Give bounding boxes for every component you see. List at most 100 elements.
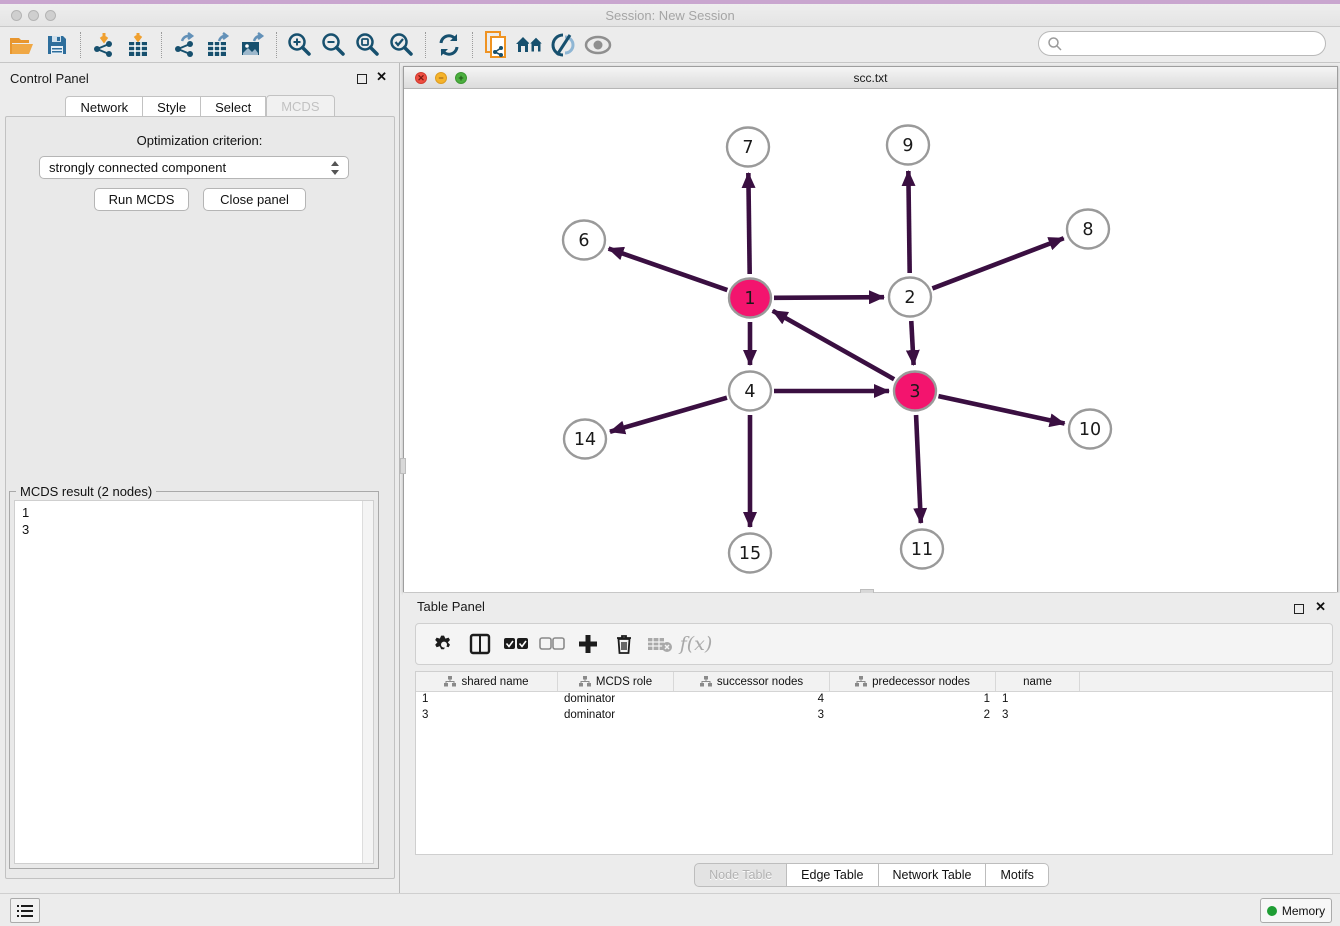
refresh-layout-icon[interactable] — [432, 30, 466, 60]
tab-mcds[interactable]: MCDS — [266, 95, 334, 118]
delete-column-trash-icon[interactable] — [606, 628, 642, 660]
node-1[interactable]: 1 — [729, 279, 771, 318]
svg-text:4: 4 — [744, 382, 755, 402]
edge-3-11[interactable] — [916, 415, 921, 523]
add-column-icon[interactable] — [570, 628, 606, 660]
cell-name[interactable]: 1 — [996, 692, 1080, 708]
table-row[interactable]: 1dominator411 — [416, 692, 1332, 708]
table-row[interactable]: 3dominator323 — [416, 708, 1332, 724]
open-session-icon[interactable] — [6, 30, 40, 60]
cell-predecessor-nodes[interactable]: 2 — [830, 708, 996, 724]
node-14[interactable]: 14 — [564, 420, 606, 459]
close-panel-icon[interactable]: ✕ — [376, 69, 387, 85]
memory-status-dot — [1267, 906, 1277, 916]
cell-successor-nodes[interactable]: 3 — [674, 708, 830, 724]
result-scrollbar[interactable] — [362, 501, 373, 863]
tab-node-table[interactable]: Node Table — [694, 863, 787, 887]
node-15[interactable]: 15 — [729, 534, 771, 573]
column-header-mcds-role[interactable]: MCDS role — [558, 672, 674, 691]
task-history-button[interactable] — [10, 898, 40, 923]
control-panel-tabs: NetworkStyleSelectMCDS — [0, 95, 400, 117]
import-table-icon[interactable] — [121, 30, 155, 60]
network-canvas[interactable]: 1 2 3 4 6 7 8 9 10 11 14 15 — [404, 89, 1337, 592]
edge-3-1[interactable] — [773, 311, 894, 379]
hide-details-icon[interactable] — [547, 30, 581, 60]
node-table[interactable]: shared nameMCDS rolesuccessor nodesprede… — [415, 671, 1333, 855]
search-box[interactable] — [1038, 31, 1326, 56]
deselect-all-columns-icon[interactable] — [534, 628, 570, 660]
export-image-icon[interactable] — [236, 30, 270, 60]
column-header-predecessor-nodes[interactable]: predecessor nodes — [830, 672, 996, 691]
control-panel-title: Control Panel — [10, 71, 89, 86]
mcds-result-list[interactable]: 13 — [14, 500, 374, 864]
home-icon[interactable] — [513, 30, 547, 60]
tree-icon — [700, 676, 712, 687]
column-layout-icon[interactable] — [462, 628, 498, 660]
cell-predecessor-nodes[interactable]: 1 — [830, 692, 996, 708]
edge-4-14[interactable] — [610, 398, 727, 432]
edge-2-8[interactable] — [932, 238, 1063, 288]
tab-edge-table[interactable]: Edge Table — [787, 863, 878, 887]
node-7[interactable]: 7 — [727, 128, 769, 167]
gear-icon[interactable] — [426, 628, 462, 660]
node-3[interactable]: 3 — [894, 372, 936, 411]
close-panel-button[interactable]: Close panel — [203, 188, 306, 211]
run-mcds-button[interactable]: Run MCDS — [94, 188, 189, 211]
tab-network-table[interactable]: Network Table — [879, 863, 987, 887]
memory-button[interactable]: Memory — [1260, 898, 1332, 923]
export-table-icon[interactable] — [202, 30, 236, 60]
network-window-titlebar[interactable]: ✕ − + scc.txt — [404, 67, 1337, 89]
tab-select[interactable]: Select — [201, 96, 266, 117]
import-network-icon[interactable] — [87, 30, 121, 60]
svg-text:3: 3 — [909, 382, 920, 402]
tab-network[interactable]: Network — [65, 96, 143, 117]
node-6[interactable]: 6 — [563, 221, 605, 260]
edge-1-2[interactable] — [774, 297, 884, 298]
svg-text:9: 9 — [902, 136, 913, 156]
column-header-shared-name[interactable]: shared name — [416, 672, 558, 691]
criterion-dropdown[interactable]: strongly connected component — [39, 156, 349, 179]
node-2[interactable]: 2 — [889, 278, 931, 317]
node-10[interactable]: 10 — [1069, 410, 1111, 449]
select-all-columns-icon[interactable] — [498, 628, 534, 660]
node-11[interactable]: 11 — [901, 530, 943, 569]
edge-2-3[interactable] — [911, 321, 913, 365]
main-toolbar — [0, 27, 1340, 63]
toolbar-separator — [80, 32, 81, 58]
table-panel-title: Table Panel — [417, 599, 485, 614]
tab-style[interactable]: Style — [143, 96, 201, 117]
zoom-in-icon[interactable] — [283, 30, 317, 60]
cell-mcds-role[interactable]: dominator — [558, 708, 674, 724]
node-9[interactable]: 9 — [887, 126, 929, 165]
result-line: 3 — [22, 521, 373, 538]
network-graph[interactable]: 1 2 3 4 6 7 8 9 10 11 14 15 — [404, 89, 1337, 592]
float-panel-icon[interactable] — [357, 71, 367, 89]
svg-text:6: 6 — [578, 231, 589, 251]
show-details-eye-icon[interactable] — [581, 30, 615, 60]
cell-mcds-role[interactable]: dominator — [558, 692, 674, 708]
edge-2-9[interactable] — [908, 171, 909, 273]
cell-shared-name[interactable]: 3 — [416, 708, 558, 724]
edge-3-10[interactable] — [938, 396, 1064, 423]
table-float-panel-icon[interactable] — [1294, 601, 1304, 619]
save-session-icon[interactable] — [40, 30, 74, 60]
zoom-out-icon[interactable] — [317, 30, 351, 60]
column-header-name[interactable]: name — [996, 672, 1080, 691]
tab-motifs[interactable]: Motifs — [986, 863, 1048, 887]
cell-shared-name[interactable]: 1 — [416, 692, 558, 708]
clone-network-icon[interactable] — [479, 30, 513, 60]
edge-1-7[interactable] — [748, 173, 749, 274]
edge-1-6[interactable] — [609, 249, 728, 291]
zoom-fit-icon[interactable] — [351, 30, 385, 60]
search-input[interactable] — [1063, 37, 1325, 51]
cell-name[interactable]: 3 — [996, 708, 1080, 724]
node-8[interactable]: 8 — [1067, 210, 1109, 249]
cell-successor-nodes[interactable]: 4 — [674, 692, 830, 708]
vertical-splitter-grip[interactable] — [400, 458, 406, 474]
table-close-panel-icon[interactable]: ✕ — [1315, 599, 1326, 615]
zoom-selected-icon[interactable] — [385, 30, 419, 60]
export-network-icon[interactable] — [168, 30, 202, 60]
node-4[interactable]: 4 — [729, 372, 771, 411]
control-panel: Control Panel ✕ NetworkStyleSelectMCDS O… — [0, 63, 400, 893]
column-header-successor-nodes[interactable]: successor nodes — [674, 672, 830, 691]
